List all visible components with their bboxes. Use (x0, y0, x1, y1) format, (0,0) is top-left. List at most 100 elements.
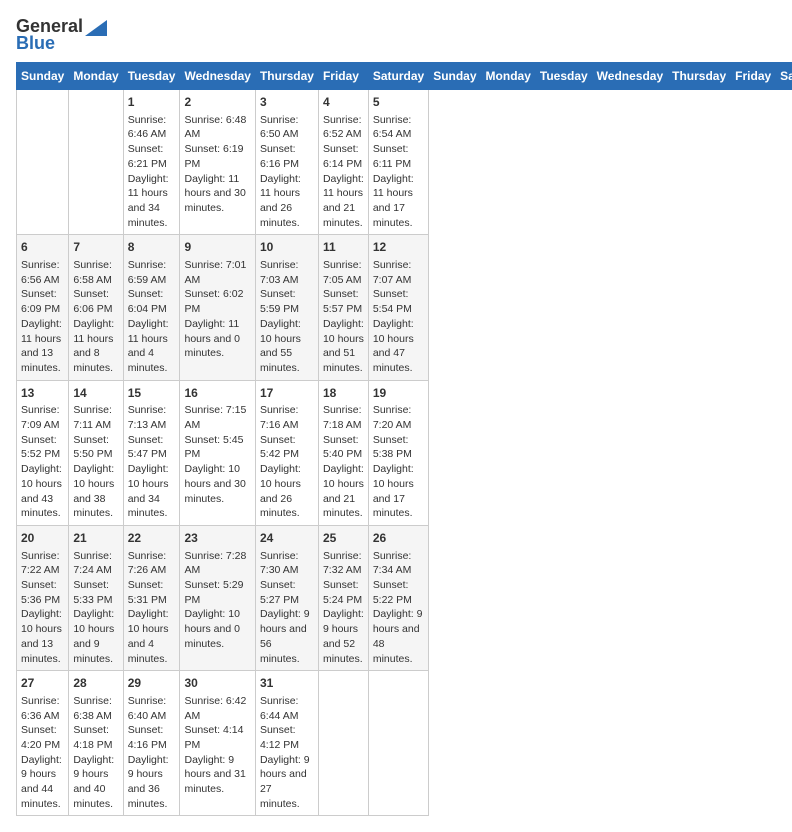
cell-text: Sunrise: 6:36 AM (21, 694, 64, 723)
day-number: 3 (260, 94, 314, 111)
day-number: 1 (128, 94, 176, 111)
calendar-cell: 25Sunrise: 7:32 AMSunset: 5:24 PMDayligh… (318, 525, 368, 670)
cell-text: Sunset: 6:21 PM (128, 142, 176, 171)
calendar-week-row: 20Sunrise: 7:22 AMSunset: 5:36 PMDayligh… (17, 525, 792, 670)
calendar-cell (69, 90, 123, 235)
cell-text: Sunrise: 7:24 AM (73, 549, 118, 578)
cell-text: Sunrise: 7:09 AM (21, 403, 64, 432)
calendar-cell (368, 671, 428, 816)
cell-text: Sunrise: 7:01 AM (184, 258, 250, 287)
cell-text: Daylight: 10 hours and 13 minutes. (21, 607, 64, 666)
cell-text: Sunrise: 7:20 AM (373, 403, 424, 432)
cell-text: Sunrise: 6:44 AM (260, 694, 314, 723)
day-of-week-header: Monday (69, 63, 123, 90)
cell-text: Daylight: 11 hours and 8 minutes. (73, 317, 118, 376)
cell-text: Sunrise: 7:11 AM (73, 403, 118, 432)
day-number: 12 (373, 239, 424, 256)
calendar-cell: 23Sunrise: 7:28 AMSunset: 5:29 PMDayligh… (180, 525, 255, 670)
cell-text: Sunrise: 6:58 AM (73, 258, 118, 287)
calendar-cell: 27 Sunrise: 6:36 AMSunset: 4:20 PMDayligh… (17, 671, 69, 816)
day-number: 16 (184, 385, 250, 402)
day-of-week-header: Tuesday (123, 63, 180, 90)
calendar-cell: 6 Sunrise: 6:56 AMSunset: 6:09 PMDaylight… (17, 235, 69, 380)
calendar-cell: 3Sunrise: 6:50 AMSunset: 6:16 PMDaylight… (255, 90, 318, 235)
cell-text: Sunset: 4:20 PM (21, 723, 64, 752)
day-number: 26 (373, 530, 424, 547)
cell-text: Sunset: 6:11 PM (373, 142, 424, 171)
cell-text: Sunset: 5:33 PM (73, 578, 118, 607)
cell-text: Daylight: 9 hours and 31 minutes. (184, 753, 250, 797)
calendar-cell: 1Sunrise: 6:46 AMSunset: 6:21 PMDaylight… (123, 90, 180, 235)
cell-text: Sunset: 5:40 PM (323, 433, 364, 462)
cell-text: Sunrise: 6:56 AM (21, 258, 64, 287)
day-number: 20 (21, 530, 64, 547)
cell-text: Sunrise: 7:18 AM (323, 403, 364, 432)
day-number: 31 (260, 675, 314, 692)
day-of-week-header: Tuesday (535, 63, 592, 90)
cell-text: Daylight: 10 hours and 47 minutes. (373, 317, 424, 376)
day-number: 8 (128, 239, 176, 256)
cell-text: Sunrise: 6:40 AM (128, 694, 176, 723)
day-number: 10 (260, 239, 314, 256)
cell-text: Daylight: 9 hours and 48 minutes. (373, 607, 424, 666)
cell-text: Sunrise: 7:16 AM (260, 403, 314, 432)
calendar-week-row: 13Sunrise: 7:09 AMSunset: 5:52 PMDayligh… (17, 380, 792, 525)
day-number: 18 (323, 385, 364, 402)
cell-text: Daylight: 11 hours and 0 minutes. (184, 317, 250, 361)
cell-text: Sunset: 6:14 PM (323, 142, 364, 171)
day-number: 15 (128, 385, 176, 402)
calendar-cell: 28Sunrise: 6:38 AMSunset: 4:18 PMDayligh… (69, 671, 123, 816)
calendar-cell: 26Sunrise: 7:34 AMSunset: 5:22 PMDayligh… (368, 525, 428, 670)
cell-text: Daylight: 10 hours and 55 minutes. (260, 317, 314, 376)
logo-blue-text: Blue (16, 33, 55, 54)
cell-text: Sunset: 6:16 PM (260, 142, 314, 171)
day-number: 27 (21, 675, 64, 692)
calendar-cell: 24Sunrise: 7:30 AMSunset: 5:27 PMDayligh… (255, 525, 318, 670)
cell-text: Sunrise: 6:46 AM (128, 113, 176, 142)
cell-text: Daylight: 9 hours and 44 minutes. (21, 753, 64, 812)
calendar-cell: 7Sunrise: 6:58 AMSunset: 6:06 PMDaylight… (69, 235, 123, 380)
cell-text: Sunset: 5:36 PM (21, 578, 64, 607)
calendar-week-row: 6Sunrise: 6:56 AMSunset: 6:09 PMDaylight… (17, 235, 792, 380)
calendar-cell: 8Sunrise: 6:59 AMSunset: 6:04 PMDaylight… (123, 235, 180, 380)
calendar-cell: 2Sunrise: 6:48 AMSunset: 6:19 PMDaylight… (180, 90, 255, 235)
calendar-week-row: 27Sunrise: 6:36 AMSunset: 4:20 PMDayligh… (17, 671, 792, 816)
calendar-cell: 19Sunrise: 7:20 AMSunset: 5:38 PMDayligh… (368, 380, 428, 525)
cell-text: Sunrise: 6:54 AM (373, 113, 424, 142)
calendar-cell (318, 671, 368, 816)
day-of-week-header: Thursday (255, 63, 318, 90)
cell-text: Sunrise: 7:26 AM (128, 549, 176, 578)
cell-text: Sunset: 6:02 PM (184, 287, 250, 316)
day-number: 22 (128, 530, 176, 547)
calendar-cell: 17Sunrise: 7:16 AMSunset: 5:42 PMDayligh… (255, 380, 318, 525)
day-number: 6 (21, 239, 64, 256)
cell-text: Sunset: 6:09 PM (21, 287, 64, 316)
cell-text: Daylight: 11 hours and 13 minutes. (21, 317, 64, 376)
day-number: 25 (323, 530, 364, 547)
day-number: 23 (184, 530, 250, 547)
day-number: 21 (73, 530, 118, 547)
calendar-cell: 15Sunrise: 7:13 AMSunset: 5:47 PMDayligh… (123, 380, 180, 525)
cell-text: Sunrise: 6:48 AM (184, 113, 250, 142)
cell-text: Sunset: 5:59 PM (260, 287, 314, 316)
cell-text: Sunset: 5:27 PM (260, 578, 314, 607)
cell-text: Daylight: 9 hours and 27 minutes. (260, 753, 314, 812)
cell-text: Sunrise: 7:30 AM (260, 549, 314, 578)
day-number: 5 (373, 94, 424, 111)
calendar-cell: 14Sunrise: 7:11 AMSunset: 5:50 PMDayligh… (69, 380, 123, 525)
day-of-week-header: Wednesday (180, 63, 255, 90)
cell-text: Sunrise: 7:05 AM (323, 258, 364, 287)
cell-text: Daylight: 10 hours and 4 minutes. (128, 607, 176, 666)
calendar-cell: 29Sunrise: 6:40 AMSunset: 4:16 PMDayligh… (123, 671, 180, 816)
cell-text: Sunset: 6:19 PM (184, 142, 250, 171)
cell-text: Daylight: 10 hours and 9 minutes. (73, 607, 118, 666)
day-of-week-header: Sunday (429, 63, 481, 90)
cell-text: Daylight: 10 hours and 26 minutes. (260, 462, 314, 521)
cell-text: Daylight: 10 hours and 51 minutes. (323, 317, 364, 376)
cell-text: Sunrise: 6:52 AM (323, 113, 364, 142)
day-number: 28 (73, 675, 118, 692)
cell-text: Sunset: 5:38 PM (373, 433, 424, 462)
day-number: 14 (73, 385, 118, 402)
calendar-cell: 20Sunrise: 7:22 AMSunset: 5:36 PMDayligh… (17, 525, 69, 670)
calendar-cell: 13Sunrise: 7:09 AMSunset: 5:52 PMDayligh… (17, 380, 69, 525)
